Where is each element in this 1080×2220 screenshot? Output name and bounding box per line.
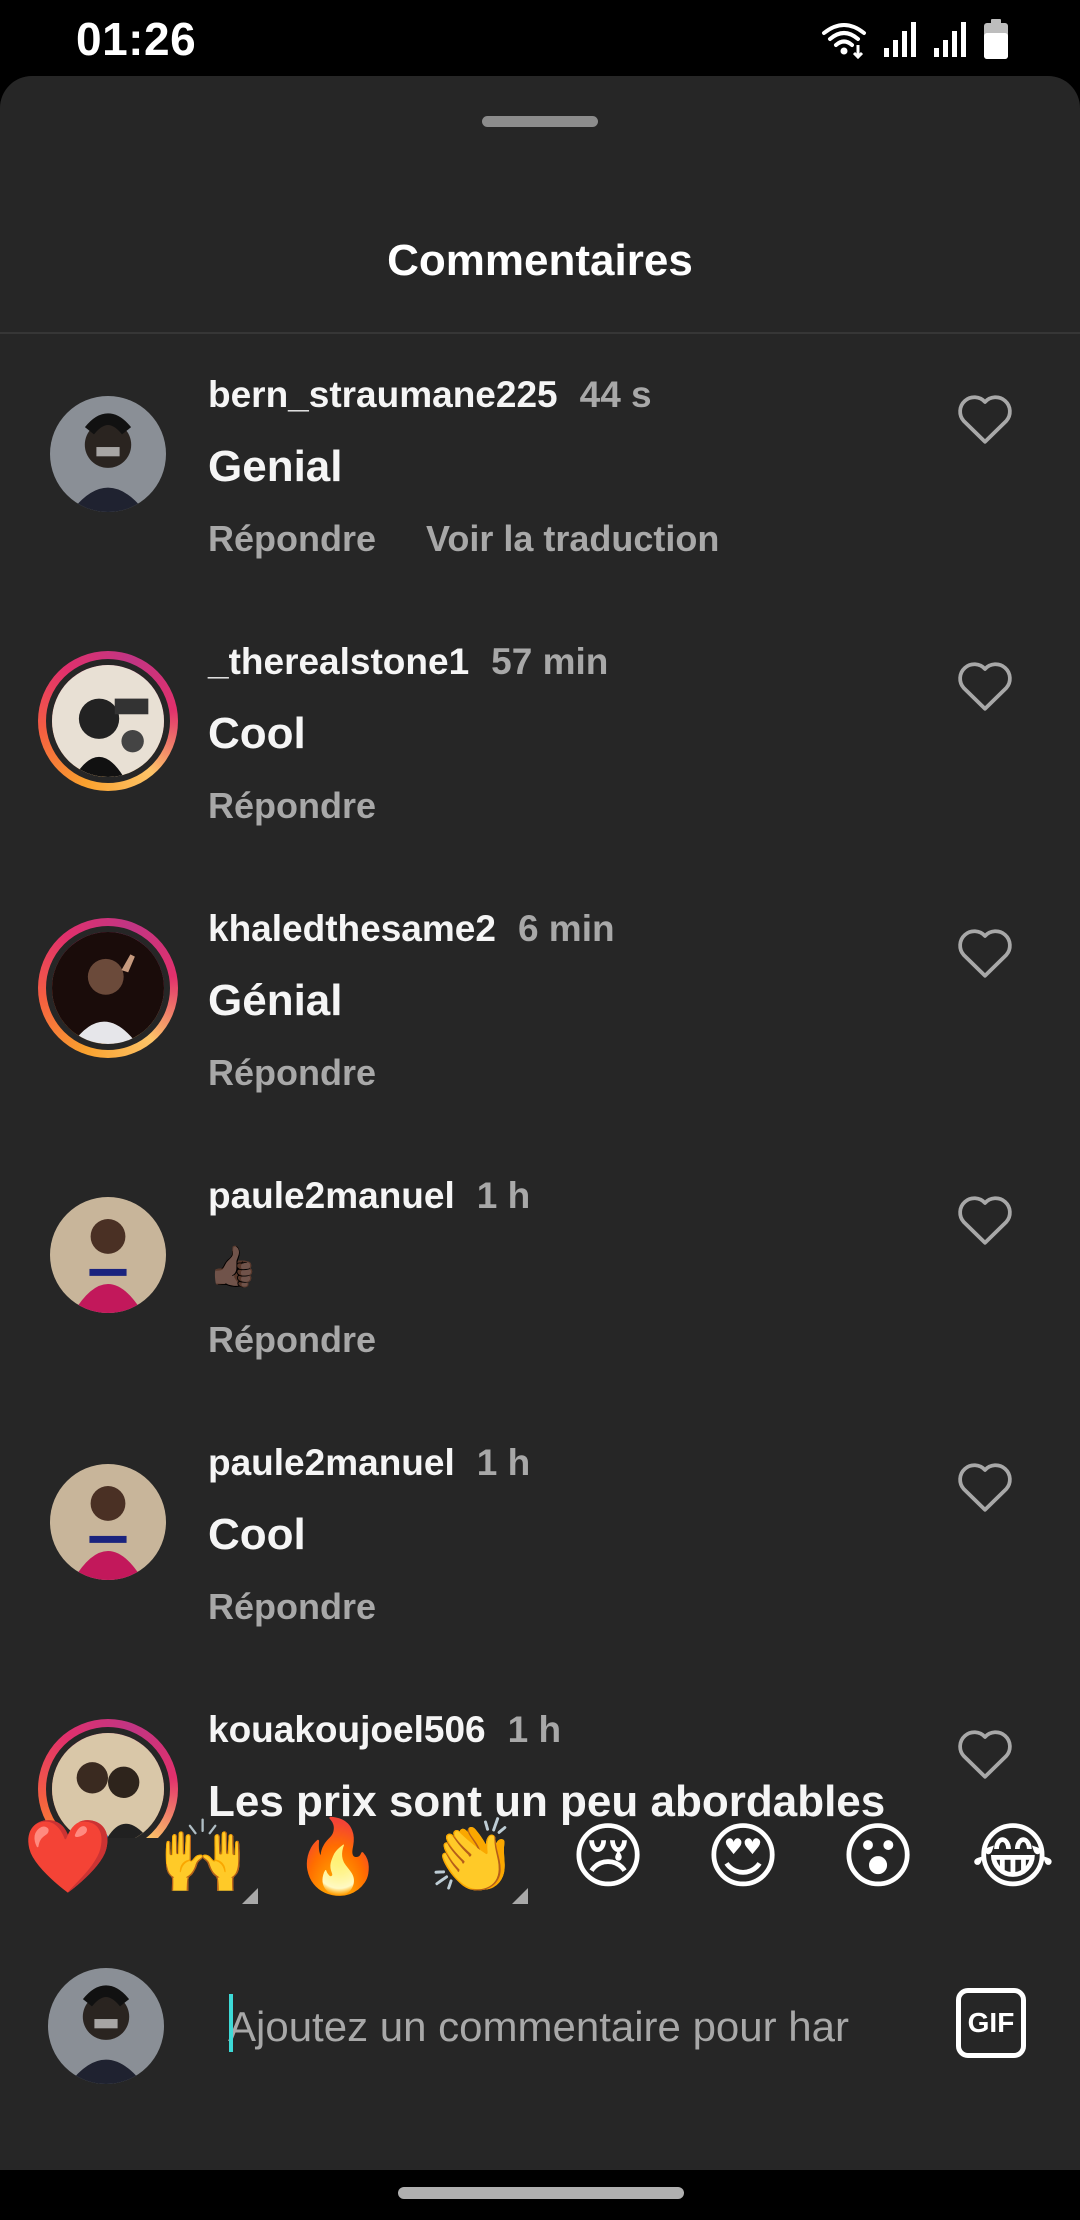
reply-button[interactable]: Répondre <box>208 1586 376 1628</box>
home-indicator[interactable] <box>398 2187 684 2199</box>
comment-item: _therealstone1 57 min Cool Répondre <box>0 601 1080 868</box>
comment-time: 1 h <box>476 1442 531 1483</box>
heart-icon[interactable] <box>955 1191 1015 1247</box>
comment-username[interactable]: bern_straumane225 <box>208 374 558 416</box>
heart-icon[interactable] <box>955 390 1015 446</box>
comment-item: paule2manuel 1 h 👍🏿 Répondre <box>0 1135 1080 1402</box>
reply-button[interactable]: Répondre <box>208 1052 376 1094</box>
comment-username[interactable]: kouakoujoel506 <box>208 1709 486 1751</box>
comment-username[interactable]: khaledthesame2 <box>208 908 496 950</box>
comment-text: Cool <box>208 709 306 758</box>
comment-time: 44 s <box>579 374 652 415</box>
heart-icon[interactable] <box>955 924 1015 980</box>
current-user-avatar <box>48 1968 164 2084</box>
comment-time: 57 min <box>491 641 609 682</box>
reply-button[interactable]: Répondre <box>208 1319 376 1361</box>
comment-username[interactable]: paule2manuel <box>208 1442 455 1484</box>
heart-icon[interactable] <box>955 1458 1015 1514</box>
gif-button[interactable]: GIF <box>956 1988 1026 2058</box>
skin-tone-indicator <box>242 1888 258 1904</box>
comment-item: bern_straumane225 44 s Genial Répondre V… <box>0 334 1080 601</box>
comment-text: Genial <box>208 442 343 491</box>
signal-icon <box>934 22 966 57</box>
avatar-story-ring[interactable] <box>38 651 178 791</box>
comment-time: 6 min <box>517 908 615 949</box>
emoji-crying-face[interactable]: 😢 <box>558 1806 658 1906</box>
skin-tone-indicator <box>512 1888 528 1904</box>
emoji-clapping-hands[interactable]: 👏 <box>423 1806 523 1906</box>
avatar-image <box>50 1197 166 1313</box>
avatar-image <box>50 1464 166 1580</box>
quick-reactions: ❤️ 🙌 🔥 👏 😢 😍 😮 😂 <box>0 1806 1080 1926</box>
see-translation-button[interactable]: Voir la traduction <box>426 518 719 560</box>
signal-icon <box>884 22 916 57</box>
status-icons <box>820 18 1010 60</box>
wifi-icon <box>822 23 866 59</box>
reply-button[interactable]: Répondre <box>208 518 376 560</box>
drag-handle[interactable] <box>482 116 598 127</box>
status-time: 01:26 <box>76 13 197 65</box>
battery-icon <box>984 19 1008 59</box>
avatar[interactable] <box>38 1185 178 1325</box>
comment-username[interactable]: _therealstone1 <box>208 641 469 683</box>
comment-text: Cool <box>208 1510 306 1559</box>
comment-username[interactable]: paule2manuel <box>208 1175 455 1217</box>
emoji-tears-of-joy[interactable]: 😂 <box>963 1806 1063 1906</box>
reply-button[interactable]: Répondre <box>208 785 376 827</box>
comment-list[interactable]: bern_straumane225 44 s Genial Répondre V… <box>0 334 1080 1838</box>
comment-time: 1 h <box>507 1709 562 1750</box>
emoji-fire[interactable]: 🔥 <box>288 1806 388 1906</box>
comment-text: Génial <box>208 976 343 1025</box>
avatar-story-ring[interactable] <box>38 918 178 1058</box>
heart-icon[interactable] <box>955 657 1015 713</box>
comment-input[interactable] <box>228 1992 908 2062</box>
avatar[interactable] <box>38 384 178 524</box>
status-bar: 01:26 <box>0 0 1080 76</box>
comment-text: 👍🏿 <box>208 1245 258 1289</box>
emoji-heart-eyes[interactable]: 😍 <box>693 1806 793 1906</box>
emoji-raising-hands[interactable]: 🙌 <box>153 1806 253 1906</box>
avatar-image <box>46 926 170 1050</box>
comment-time: 1 h <box>476 1175 531 1216</box>
text-caret <box>229 1994 233 2052</box>
emoji-red-heart[interactable]: ❤️ <box>18 1806 118 1906</box>
comment-item: khaledthesame2 6 min Génial Répondre <box>0 868 1080 1135</box>
avatar[interactable] <box>38 1452 178 1592</box>
heart-icon[interactable] <box>955 1725 1015 1781</box>
comment-composer: GIF <box>0 1954 1080 2094</box>
comment-item: paule2manuel 1 h Cool Répondre <box>0 1402 1080 1669</box>
avatar-image <box>46 659 170 783</box>
sheet-title: Commentaires <box>387 236 693 285</box>
avatar-image <box>50 396 166 512</box>
emoji-surprised-face[interactable]: 😮 <box>828 1806 928 1906</box>
